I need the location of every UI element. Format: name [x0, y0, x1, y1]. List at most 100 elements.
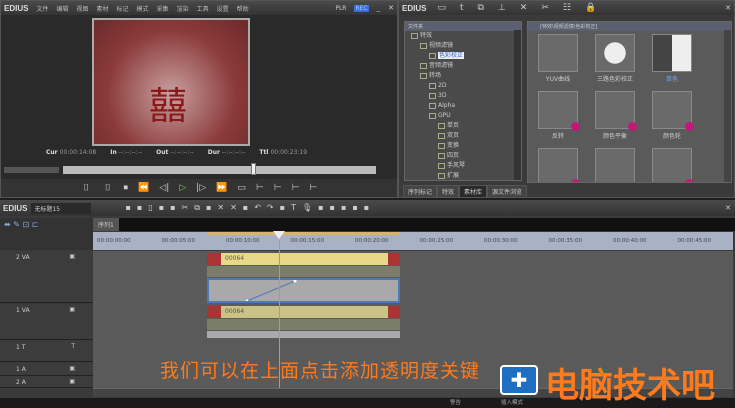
delete-icon[interactable]: ✕: [520, 3, 528, 13]
effect-thumbnail[interactable]: [595, 148, 635, 182]
menu-item[interactable]: 素材: [97, 6, 109, 13]
set-out-icon[interactable]: ⌷: [105, 183, 110, 193]
playhead-marker-icon[interactable]: [273, 231, 285, 239]
print-icon[interactable]: ▪: [170, 203, 175, 213]
new-sequence-icon[interactable]: ▪: [125, 203, 130, 213]
tree-item[interactable]: 单页: [405, 121, 521, 131]
copy-icon[interactable]: ⧉: [194, 203, 200, 213]
tree-item[interactable]: 转场: [405, 71, 521, 81]
effects-tab[interactable]: 素材库: [459, 185, 488, 198]
undo-icon[interactable]: ↶: [254, 203, 261, 213]
menu-item[interactable]: 采集: [157, 6, 169, 13]
fast-forward-button[interactable]: ⏩: [216, 183, 227, 193]
effect-thumbnail[interactable]: [538, 91, 580, 131]
tree-item[interactable]: 2D: [405, 81, 521, 91]
tree-item[interactable]: GPU: [405, 111, 521, 121]
stop-button[interactable]: ⏹: [124, 183, 129, 193]
effects-tab[interactable]: 源文件浏览: [487, 185, 528, 198]
track-toggle-icon[interactable]: ▣: [69, 378, 75, 385]
redo-icon[interactable]: ↷: [267, 203, 274, 213]
cut-icon[interactable]: ✂: [182, 203, 189, 213]
paste-icon[interactable]: ▪: [206, 203, 211, 213]
menu-item[interactable]: 工具: [197, 6, 209, 13]
ripple-delete-icon[interactable]: ✕: [230, 203, 237, 213]
close-icon[interactable]: ✕: [388, 4, 394, 12]
tree-item[interactable]: 扩展: [405, 171, 521, 180]
plr-button[interactable]: PLR: [335, 5, 346, 12]
mixer-icon[interactable]: ▪: [318, 203, 323, 213]
effect-thumbnail[interactable]: [652, 148, 694, 182]
tree-item[interactable]: 3D: [405, 91, 521, 101]
track-toggle-icon[interactable]: T: [71, 343, 75, 350]
cut-icon[interactable]: ✂: [541, 3, 549, 13]
position-slider[interactable]: [63, 163, 376, 175]
folder-icon[interactable]: ▭: [437, 3, 446, 13]
grid-icon[interactable]: ☷: [563, 3, 571, 13]
align-icon[interactable]: ⊥: [498, 3, 506, 13]
menu-item[interactable]: 帮助: [237, 6, 249, 13]
play-button[interactable]: ▷: [179, 183, 186, 193]
tree-item[interactable]: 视频滤镜: [405, 41, 521, 51]
more-icon[interactable]: ⊢: [309, 183, 317, 193]
menu-item[interactable]: 视图: [76, 6, 88, 13]
menu-item[interactable]: 渲染: [177, 6, 189, 13]
rewind-button[interactable]: ⏪: [138, 183, 149, 193]
close-icon[interactable]: ✕: [725, 204, 731, 212]
clip-2va[interactable]: 00064: [207, 253, 400, 265]
track-toggle-icon[interactable]: ▣: [69, 365, 75, 372]
track-toggle-icon[interactable]: ▣: [69, 253, 75, 260]
new-icon[interactable]: ▯: [148, 203, 152, 213]
tree-item[interactable]: 双页: [405, 131, 521, 141]
tree-item[interactable]: 色彩校正: [405, 51, 521, 61]
clip-1va[interactable]: 00064: [207, 306, 400, 318]
track-header[interactable]: 1 A ▣: [0, 363, 93, 376]
insert-icon[interactable]: ⊢: [256, 183, 264, 193]
track-toggle-icon[interactable]: ▣: [69, 306, 75, 313]
step-forward-button[interactable]: |▷: [196, 183, 206, 193]
output-button[interactable]: ▭: [237, 183, 246, 193]
title-icon[interactable]: T: [291, 203, 296, 213]
effect-thumbnail[interactable]: [595, 34, 635, 72]
menu-item[interactable]: 文件: [36, 6, 48, 13]
ripple-cut-icon[interactable]: ▪: [243, 203, 248, 213]
menu-item[interactable]: 设置: [217, 6, 229, 13]
tree-item[interactable]: 变换: [405, 141, 521, 151]
effect-thumbnail[interactable]: [652, 34, 692, 72]
effect-thumbnail[interactable]: [538, 148, 580, 182]
mic-icon[interactable]: 🎙: [302, 203, 312, 213]
step-back-button[interactable]: ◁|: [159, 183, 169, 193]
lock-icon[interactable]: 🔒: [585, 3, 596, 13]
more-icon[interactable]: ▪: [364, 203, 369, 213]
track-header[interactable]: 1 T T: [0, 341, 93, 362]
jog-slider[interactable]: [4, 167, 59, 173]
tree-item[interactable]: 手风琴: [405, 161, 521, 171]
grid-scrollbar[interactable]: [724, 30, 731, 182]
close-icon[interactable]: ✕: [725, 4, 731, 12]
menu-item[interactable]: 标记: [117, 6, 129, 13]
rec-button[interactable]: REC: [354, 4, 369, 12]
effect-thumbnail[interactable]: [538, 34, 578, 72]
slider-handle[interactable]: [250, 163, 256, 175]
tree-item[interactable]: Alpha: [405, 101, 521, 111]
marker-icon[interactable]: ▪: [280, 203, 285, 213]
effect-thumbnail[interactable]: [595, 91, 637, 131]
link-icon[interactable]: ⧉: [478, 3, 484, 13]
tree-scrollbar[interactable]: [514, 30, 521, 180]
minimize-icon[interactable]: _: [377, 4, 381, 12]
overwrite-icon[interactable]: ⊢: [274, 183, 282, 193]
set-in-icon[interactable]: ⌷: [84, 183, 89, 193]
track-header[interactable]: 2 A ▣: [0, 376, 93, 388]
track-header[interactable]: 2 VA ▣: [0, 251, 93, 303]
tree-item[interactable]: 四页: [405, 151, 521, 161]
grid-icon[interactable]: ▪: [330, 203, 335, 213]
save-icon[interactable]: ▪: [159, 203, 164, 213]
effects-tab[interactable]: 特效: [437, 185, 460, 198]
open-icon[interactable]: ▪: [137, 203, 142, 213]
effects-tab[interactable]: 序列标记: [403, 185, 438, 198]
replace-icon[interactable]: ⊢: [292, 183, 300, 193]
tree-item[interactable]: 音频滤镜: [405, 61, 521, 71]
text-icon[interactable]: t: [460, 3, 464, 13]
menu-item[interactable]: 模式: [137, 6, 149, 13]
info-icon[interactable]: ▪: [352, 203, 357, 213]
effect-thumbnail[interactable]: [652, 91, 694, 131]
